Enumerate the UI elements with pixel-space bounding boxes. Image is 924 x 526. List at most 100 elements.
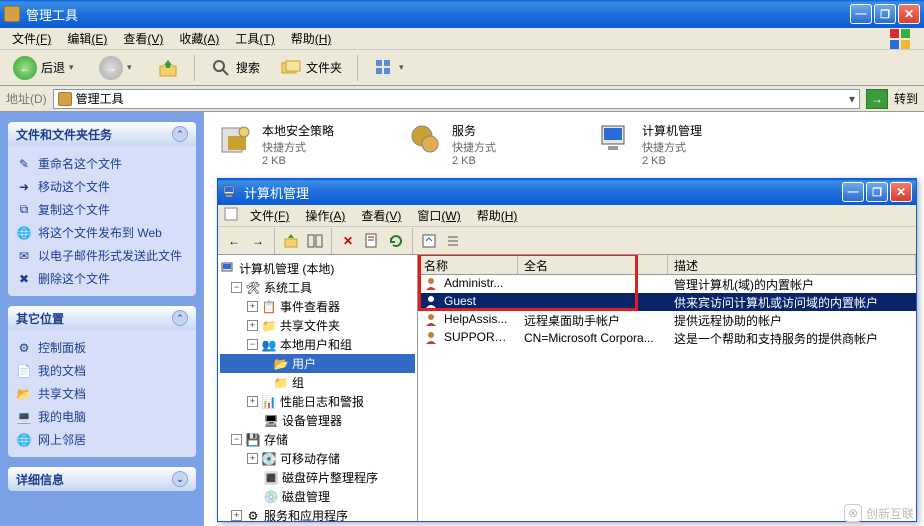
collapse-icon[interactable]: ⌃ <box>172 310 188 326</box>
sidebar-task[interactable]: ✎重命名这个文件 <box>16 152 188 175</box>
menu-view[interactable]: 查看(V) <box>117 28 169 49</box>
menu-tools[interactable]: 工具(T) <box>229 28 280 49</box>
nav-fwd-icon[interactable]: → <box>248 231 268 251</box>
shortcut-icon <box>218 122 254 158</box>
mmc-tree[interactable]: 计算机管理 (本地) −🛠系统工具 +📋事件查看器 +📁共享文件夹 −👥本地用户… <box>218 255 418 521</box>
user-row[interactable]: Administr...管理计算机(域)的内置帐户 <box>418 275 916 293</box>
menu-fav[interactable]: 收藏(A) <box>173 28 225 49</box>
collapse-toggle[interactable]: − <box>231 282 242 293</box>
show-hide-icon[interactable] <box>305 231 325 251</box>
tree-node-users[interactable]: 📂用户 <box>220 354 415 373</box>
user-list: 名称 全名 描述 Administr...管理计算机(域)的内置帐户Guest供… <box>418 255 916 521</box>
col-desc[interactable]: 描述 <box>668 255 916 274</box>
maximize-button[interactable]: ❐ <box>874 4 896 24</box>
shared-folders-icon: 📁 <box>261 318 277 334</box>
back-button[interactable]: ← 后退 ▾ <box>6 54 86 82</box>
cp-icon: ⚙ <box>16 340 32 356</box>
file-item[interactable]: 服务快捷方式2 KB <box>408 122 558 167</box>
views-icon <box>373 57 395 79</box>
net-icon: 🌐 <box>16 432 32 448</box>
level-up-icon[interactable] <box>281 231 301 251</box>
sidebar-task[interactable]: ✖删除这个文件 <box>16 267 188 290</box>
collapse-toggle[interactable]: − <box>231 434 242 445</box>
inner-menu-action[interactable]: 操作(A) <box>299 205 351 226</box>
expand-toggle[interactable]: + <box>247 301 258 312</box>
expand-icon[interactable]: ⌄ <box>172 471 188 487</box>
expand-toggle[interactable]: + <box>247 320 258 331</box>
restore-button[interactable]: ❐ <box>866 182 888 202</box>
views-button[interactable]: ▾ <box>366 54 416 82</box>
address-label: 地址(D) <box>6 90 47 107</box>
inner-menubar: 文件(F) 操作(A) 查看(V) 窗口(W) 帮助(H) <box>218 205 916 227</box>
outer-toolbar: ← 后退 ▾ → ▾ 搜索 文件夹 ▾ <box>0 50 924 86</box>
file-folder-tasks-panel: 文件和文件夹任务⌃ ✎重命名这个文件➜移动这个文件⧉复制这个文件🌐将这个文件发布… <box>8 122 196 296</box>
minimize-button[interactable]: — <box>850 4 872 24</box>
sidebar-place[interactable]: 📂共享文档 <box>16 382 188 405</box>
sidebar-task[interactable]: ✉以电子邮件形式发送此文件 <box>16 244 188 267</box>
folder-icon: 📁 <box>273 375 289 391</box>
col-name[interactable]: 名称 <box>418 255 518 274</box>
file-item[interactable]: 计算机管理快捷方式2 KB <box>598 122 748 167</box>
sidebar-task[interactable]: 🌐将这个文件发布到 Web <box>16 221 188 244</box>
user-row[interactable]: HelpAssis...远程桌面助手帐户提供远程协助的帐户 <box>418 311 916 329</box>
close-button[interactable]: ✕ <box>890 182 912 202</box>
delete-icon: ✖ <box>16 271 32 287</box>
address-value: 管理工具 <box>76 90 124 107</box>
file-item[interactable]: 本地安全策略快捷方式2 KB <box>218 122 368 167</box>
email-icon: ✉ <box>16 248 32 264</box>
tree-node-groups[interactable]: 📁组 <box>220 373 415 392</box>
inner-menu-view[interactable]: 查看(V) <box>355 205 407 226</box>
defrag-icon: 🔳 <box>263 470 279 486</box>
forward-button[interactable]: → ▾ <box>92 54 144 82</box>
event-viewer-icon: 📋 <box>261 299 277 315</box>
col-fullname[interactable]: 全名 <box>518 255 668 274</box>
address-field[interactable]: 管理工具 ▾ <box>53 89 860 109</box>
export-icon[interactable] <box>419 231 439 251</box>
list-icon[interactable] <box>443 231 463 251</box>
expand-toggle[interactable]: + <box>247 396 258 407</box>
up-button[interactable] <box>150 54 186 82</box>
address-bar: 地址(D) 管理工具 ▾ → 转到 <box>0 86 924 112</box>
refresh-icon[interactable] <box>386 231 406 251</box>
computer-management-window: 计算机管理 — ❐ ✕ 文件(F) 操作(A) 查看(V) 窗口(W) 帮助(H… <box>217 178 917 522</box>
collapse-icon[interactable]: ⌃ <box>172 126 188 142</box>
folders-button[interactable]: 文件夹 <box>273 54 349 82</box>
device-mgr-icon: 🖥 <box>263 413 279 429</box>
go-button[interactable]: → <box>866 89 888 109</box>
menu-edit[interactable]: 编辑(E) <box>61 28 113 49</box>
pc-icon: 💻 <box>16 409 32 425</box>
outer-window-titlebar: 管理工具 — ❐ ✕ <box>0 0 924 28</box>
user-row[interactable]: SUPPORT_3...CN=Microsoft Corpora...这是一个帮… <box>418 329 916 347</box>
removable-icon: 💽 <box>261 451 277 467</box>
close-button[interactable]: ✕ <box>898 4 920 24</box>
system-icon <box>224 207 240 224</box>
details-panel: 详细信息⌄ <box>8 467 196 491</box>
sidebar-place[interactable]: 🌐网上邻居 <box>16 428 188 451</box>
menu-help[interactable]: 帮助(H) <box>285 28 338 49</box>
properties-icon[interactable] <box>362 231 382 251</box>
menu-file[interactable]: 文件(F) <box>6 28 57 49</box>
delete-x-icon[interactable]: ✕ <box>338 231 358 251</box>
minimize-button[interactable]: — <box>842 182 864 202</box>
chevron-down-icon: ▾ <box>69 62 79 73</box>
inner-menu-window[interactable]: 窗口(W) <box>411 205 466 226</box>
outer-menubar: 文件(F) 编辑(E) 查看(V) 收藏(A) 工具(T) 帮助(H) <box>0 28 924 50</box>
inner-window-titlebar: 计算机管理 — ❐ ✕ <box>218 179 916 205</box>
expand-toggle[interactable]: + <box>231 510 242 521</box>
sidebar-task[interactable]: ➜移动这个文件 <box>16 175 188 198</box>
inner-menu-file[interactable]: 文件(F) <box>244 205 295 226</box>
nav-back-icon[interactable]: ← <box>224 231 244 251</box>
sidebar-place[interactable]: 📄我的文档 <box>16 359 188 382</box>
storage-icon: 💾 <box>245 432 261 448</box>
sidebar-place[interactable]: ⚙控制面板 <box>16 336 188 359</box>
inner-window-title: 计算机管理 <box>244 183 309 202</box>
diskmgmt-icon: 💿 <box>263 489 279 505</box>
user-row[interactable]: Guest供来宾访问计算机或访问域的内置帐户 <box>418 293 916 311</box>
expand-toggle[interactable]: + <box>247 453 258 464</box>
sidebar-place[interactable]: 💻我的电脑 <box>16 405 188 428</box>
collapse-toggle[interactable]: − <box>247 339 258 350</box>
sidebar-task[interactable]: ⧉复制这个文件 <box>16 198 188 221</box>
inner-menu-help[interactable]: 帮助(H) <box>471 205 524 226</box>
chevron-down-icon[interactable]: ▾ <box>849 92 855 106</box>
search-button[interactable]: 搜索 <box>203 54 267 82</box>
